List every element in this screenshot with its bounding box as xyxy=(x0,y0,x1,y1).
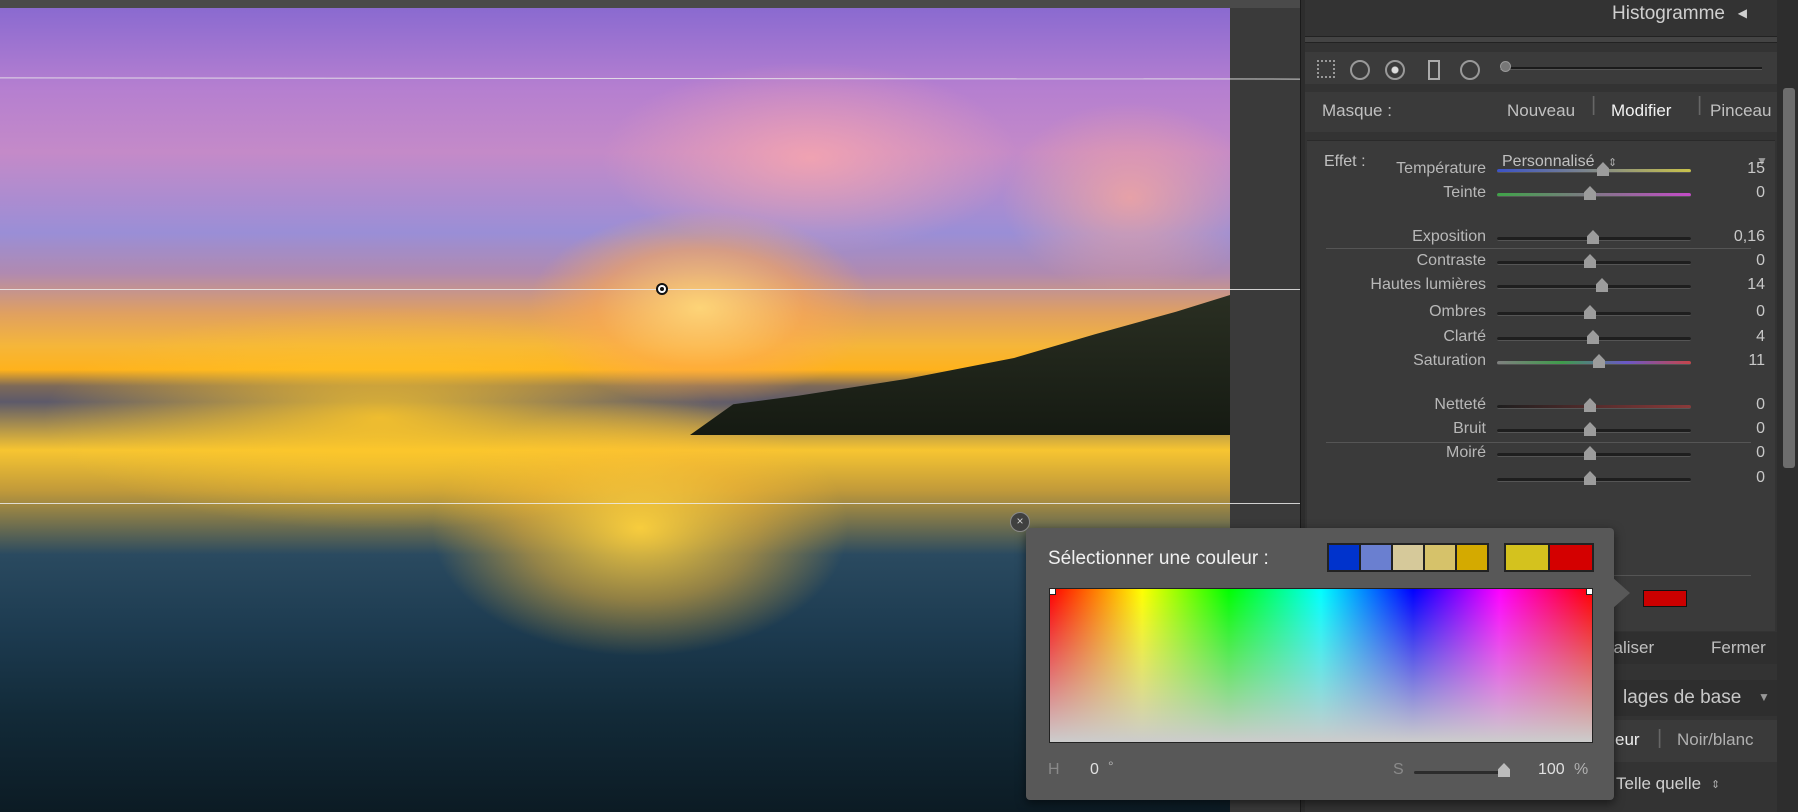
slider-label: Netteté xyxy=(1434,396,1486,413)
dot-circle-icon[interactable] xyxy=(1385,60,1405,80)
saturation-value[interactable]: 100 xyxy=(1538,761,1565,779)
basic-title: lages de base xyxy=(1623,687,1742,708)
slider-label: Bruit xyxy=(1453,420,1486,437)
hue-label: H xyxy=(1048,761,1060,778)
picker-close-icon[interactable]: × xyxy=(1010,512,1030,532)
picker-pointer xyxy=(1612,577,1630,609)
spectrum-marker[interactable] xyxy=(1049,588,1056,595)
slider-label: Clarté xyxy=(1443,328,1486,345)
slider-track[interactable] xyxy=(1497,285,1691,289)
panel-scrollbar[interactable] xyxy=(1783,88,1795,468)
mask-row: Masque : Nouveau | Modifier | Pinceau xyxy=(1305,92,1777,132)
slider-value[interactable]: 0,16 xyxy=(1705,228,1765,246)
color-swatch[interactable] xyxy=(1550,545,1592,570)
basic-collapse-icon[interactable]: ▼ xyxy=(1758,690,1770,704)
slider-label: Hautes lumières xyxy=(1370,276,1486,293)
color-swatch[interactable] xyxy=(1506,545,1548,570)
mask-edit-button[interactable]: Modifier xyxy=(1611,101,1671,121)
profile-dropdown[interactable]: Telle quelle xyxy=(1616,774,1701,794)
hue-unit: ° xyxy=(1108,758,1114,774)
close-button[interactable]: Fermer xyxy=(1711,638,1766,658)
slider-value[interactable]: 11 xyxy=(1705,352,1765,370)
photo-top-bar xyxy=(0,0,1300,8)
dropdown-arrows-icon: ⇕ xyxy=(1711,779,1721,791)
slider-value[interactable]: 4 xyxy=(1705,328,1765,346)
mask-separator: | xyxy=(1591,94,1597,116)
slider-value[interactable]: 0 xyxy=(1705,444,1765,462)
slider-label: Teinte xyxy=(1443,184,1486,201)
slider-label: Contraste xyxy=(1416,252,1486,269)
color-swatch[interactable] xyxy=(1457,545,1487,570)
hue-value[interactable]: 0 xyxy=(1090,761,1099,779)
collapse-triangle-icon[interactable]: ◀ xyxy=(1738,6,1747,20)
histogram-header[interactable]: Histogramme ◀ xyxy=(1305,0,1777,30)
slider-label: Ombres xyxy=(1429,303,1486,320)
mask-new-button[interactable]: Nouveau xyxy=(1507,101,1575,121)
slider-value[interactable]: 14 xyxy=(1705,276,1765,294)
saturation-slider-track[interactable] xyxy=(1414,771,1506,774)
dropdown-arrows-icon: ⇕ xyxy=(1608,157,1618,169)
color-swatch[interactable] xyxy=(1393,545,1423,570)
slider-label: Saturation xyxy=(1413,352,1486,369)
selected-color-fill xyxy=(1644,591,1686,606)
picker-title: Sélectionner une couleur : xyxy=(1048,548,1269,569)
slider-label: Moiré xyxy=(1445,444,1486,461)
effect-divider xyxy=(1326,442,1751,443)
gradient-guide-center[interactable] xyxy=(0,289,1300,290)
slider-label: Exposition xyxy=(1412,228,1486,245)
brush-size-track[interactable] xyxy=(1500,67,1762,70)
color-swatch-button[interactable] xyxy=(1643,590,1687,607)
circle-plus-icon[interactable] xyxy=(1350,60,1370,80)
slider-value[interactable]: 0 xyxy=(1705,252,1765,270)
slider-value[interactable]: 0 xyxy=(1705,184,1765,202)
gradient-pin[interactable] xyxy=(656,283,668,295)
rectangle-icon[interactable] xyxy=(1428,60,1440,80)
color-spectrum[interactable] xyxy=(1049,588,1593,743)
saturation-unit: % xyxy=(1574,761,1589,778)
color-swatch[interactable] xyxy=(1361,545,1391,570)
preset-swatches xyxy=(1327,543,1489,572)
mask-label: Masque : xyxy=(1322,101,1392,120)
slider-value[interactable]: 0 xyxy=(1705,303,1765,321)
gradient-guide-bottom[interactable] xyxy=(0,503,1300,504)
slider-value[interactable]: 0 xyxy=(1705,396,1765,414)
mask-separator: | xyxy=(1697,94,1703,116)
histogram-title: Histogramme xyxy=(1612,3,1725,24)
mask-brush-button[interactable]: Pinceau xyxy=(1710,101,1771,121)
slider-value[interactable]: 0 xyxy=(1705,469,1765,487)
marquee-icon[interactable] xyxy=(1317,60,1335,78)
effect-divider xyxy=(1326,248,1751,249)
spectrum-marker[interactable] xyxy=(1586,588,1593,595)
circle-icon[interactable] xyxy=(1460,60,1480,80)
tab-color[interactable]: eur xyxy=(1615,730,1640,750)
slider-label: Température xyxy=(1396,160,1486,177)
color-swatch[interactable] xyxy=(1425,545,1455,570)
tab-separator: | xyxy=(1657,727,1663,749)
slider-value[interactable]: 15 xyxy=(1705,160,1765,178)
slider-value[interactable]: 0 xyxy=(1705,420,1765,438)
recent-swatches xyxy=(1504,543,1594,572)
saturation-label: S xyxy=(1393,761,1404,778)
tab-bw[interactable]: Noir/blanc xyxy=(1677,730,1754,750)
color-swatch[interactable] xyxy=(1329,545,1359,570)
slider-track[interactable] xyxy=(1497,169,1691,173)
histogram-strip xyxy=(1305,36,1777,43)
brush-size-knob[interactable] xyxy=(1500,61,1511,72)
